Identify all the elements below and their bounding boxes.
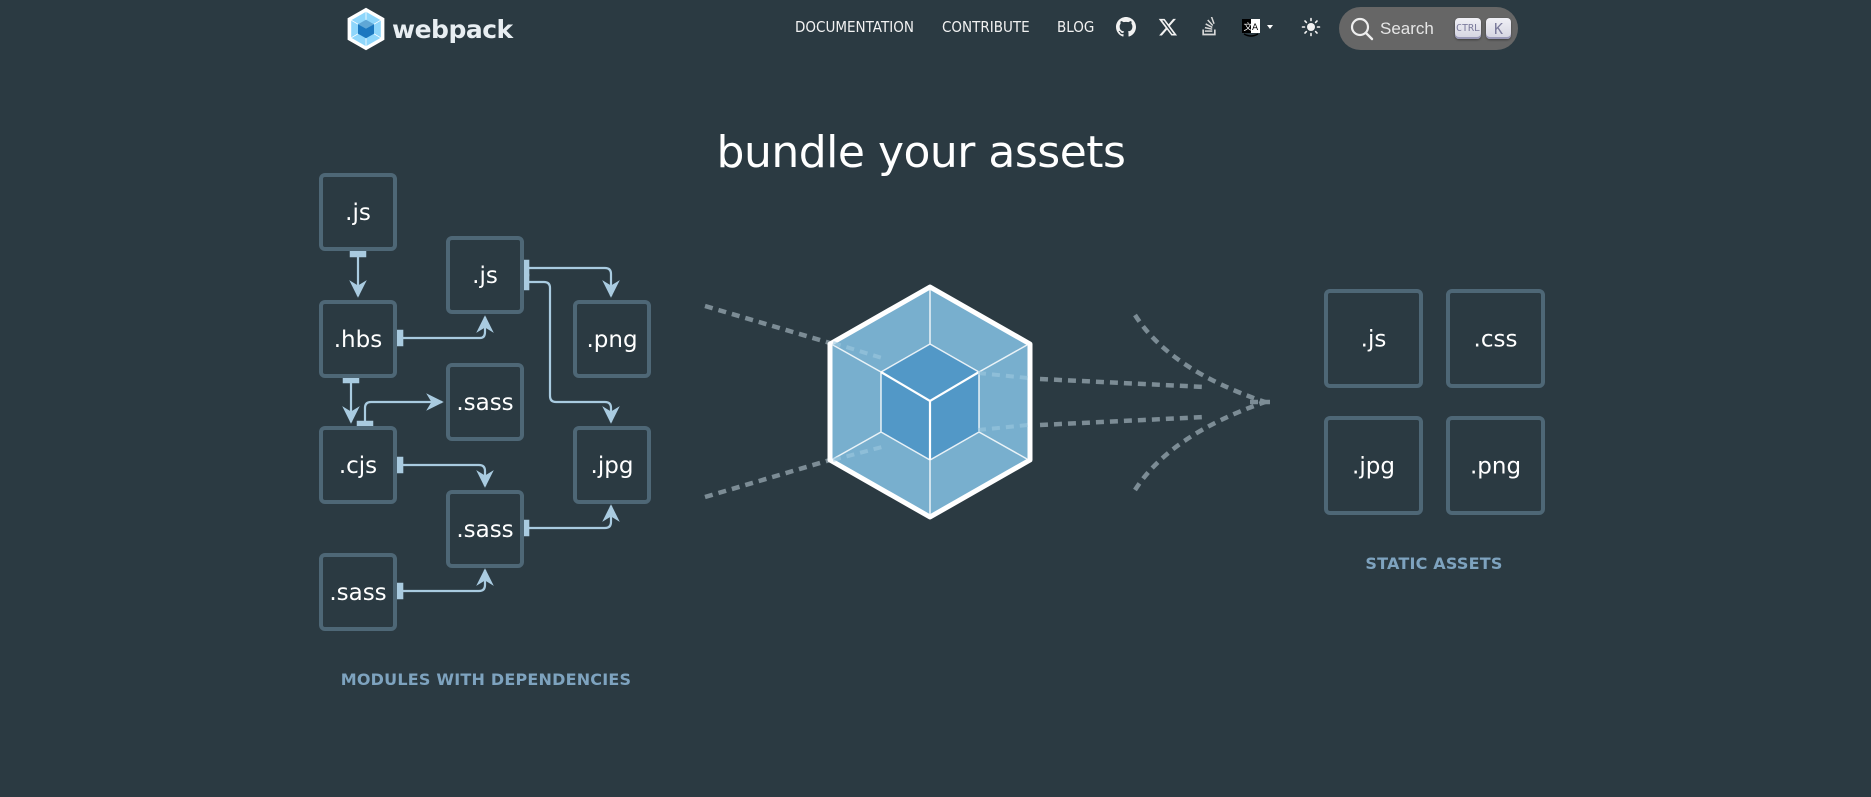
box-label: .js [472,263,498,289]
asset-box: .png [1446,416,1545,515]
box-label: .png [586,327,637,353]
arrow-cjs-to-sass2 [396,456,494,488]
box-label: .css [1474,327,1518,353]
asset-box: .jpg [1324,416,1423,515]
asset-box: .js [1324,289,1423,388]
dash-out-lower [1039,414,1206,428]
module-box: .sass [446,490,524,568]
box-label: .js [345,200,371,226]
assets-caption: STATIC ASSETS [1365,554,1503,573]
dash-in-upper [704,303,831,346]
module-box: .js [319,173,397,251]
box-label: .hbs [334,327,382,353]
arrow-cjs-to-sass [356,393,444,428]
dash-in-lower [704,457,831,500]
module-box: .hbs [319,300,397,378]
dash-out-upper [1039,376,1206,390]
box-label: .sass [329,580,386,606]
arrow-hbs-to-js [396,315,494,347]
box-label: .png [1470,454,1521,480]
box-label: .jpg [591,453,634,479]
box-label: .js [1361,327,1387,353]
webpack-cube-icon [827,284,1033,520]
arrow-sass3-to-sass2 [396,568,494,600]
box-label: .cjs [339,453,377,479]
module-box: .cjs [319,426,397,504]
module-box: .png [573,300,651,378]
asset-box: .css [1446,289,1545,388]
bundle-diagram: .js .js .hbs .png .sass .cjs .jpg .sass .sass [319,173,1545,631]
box-label: .sass [456,517,513,543]
arrow-sass2-to-jpg [522,504,620,537]
module-box: .js [446,236,524,314]
modules-caption: MODULES WITH DEPENDENCIES [340,670,632,689]
module-box: .sass [446,363,524,441]
box-label: .sass [456,390,513,416]
module-box: .sass [319,553,397,631]
box-label: .jpg [1352,454,1395,480]
module-box: .jpg [573,426,651,504]
